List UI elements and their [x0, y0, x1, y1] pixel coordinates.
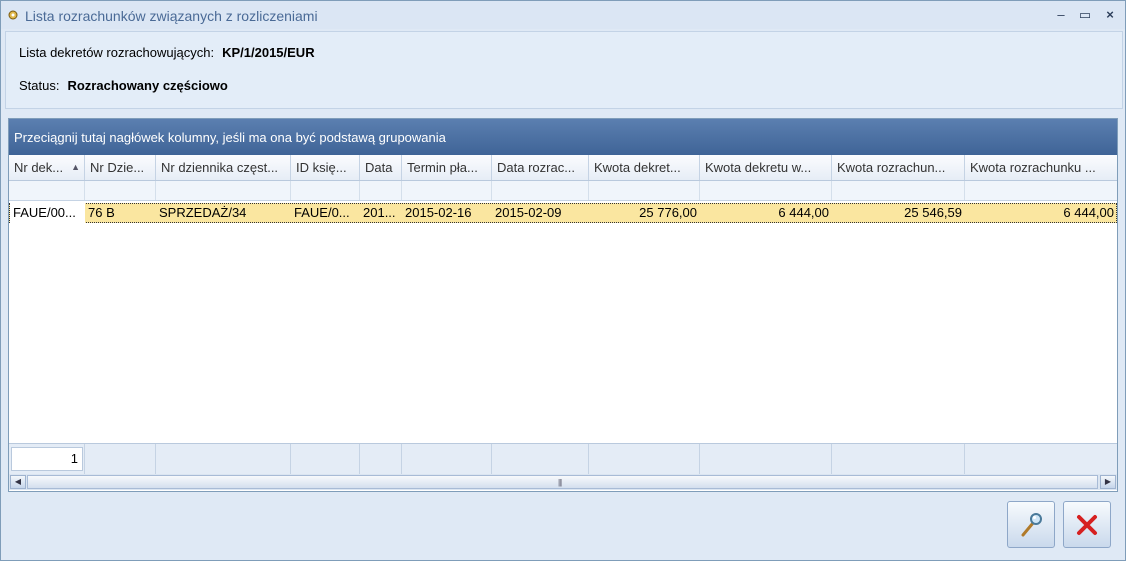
footer-cell — [156, 444, 291, 474]
magnifier-icon — [1021, 513, 1042, 537]
filter-cell[interactable] — [85, 181, 156, 200]
group-by-panel[interactable]: Przeciągnij tutaj nagłówek kolumny, jeśl… — [9, 119, 1117, 155]
filter-cell[interactable] — [965, 181, 1117, 200]
horizontal-scrollbar[interactable]: ◀ ||| ▶ — [9, 474, 1117, 490]
filter-cell[interactable] — [291, 181, 360, 200]
preview-button[interactable] — [1007, 501, 1055, 548]
filter-cell[interactable] — [832, 181, 965, 200]
footer-cell — [700, 444, 832, 474]
scroll-left-icon[interactable]: ◀ — [10, 475, 26, 489]
cell-decree-amount: 25 776,00 — [639, 205, 697, 220]
cell-decree-no: FAUE/00... — [10, 203, 85, 223]
minimize-button[interactable]: – — [1051, 6, 1071, 24]
footer-cell — [965, 444, 1117, 474]
footer-cell — [492, 444, 589, 474]
footer-cell — [85, 444, 156, 474]
footer-cell — [589, 444, 700, 474]
filter-cell[interactable] — [156, 181, 291, 200]
cell-due-date: 2015-02-16 — [405, 205, 472, 220]
filter-cell[interactable] — [9, 181, 85, 200]
dialog-window: Lista rozrachunków związanych z rozlicze… — [0, 0, 1126, 561]
column-header[interactable]: Nr dek... ▲ — [9, 155, 85, 180]
filter-cell[interactable] — [402, 181, 492, 200]
column-header[interactable]: Nr Dzie... — [85, 155, 156, 180]
column-header-row: Nr dek... ▲ Nr Dzie... Nr dziennika częst… — [9, 155, 1117, 181]
filter-cell[interactable] — [492, 181, 589, 200]
summary-footer-row: 1 — [9, 443, 1117, 474]
settlements-grid: Przeciągnij tutaj nagłówek kolumny, jeśl… — [8, 118, 1118, 492]
grip-icon: ||| — [558, 478, 562, 487]
cell-settlement-date: 2015-02-09 — [495, 205, 562, 220]
title-bar: Lista rozrachunków związanych z rozlicze… — [1, 1, 1125, 29]
cell-book-id: FAUE/0... — [294, 205, 350, 220]
cell-settlement-amount-currency: 6 444,00 — [1063, 205, 1114, 220]
column-header[interactable]: Kwota dekret... — [589, 155, 700, 180]
filter-cell[interactable] — [360, 181, 402, 200]
cell-partial-journal-no: SPRZEDAŻ/34 — [159, 205, 247, 220]
filter-cell[interactable] — [700, 181, 832, 200]
decree-value: KP/1/2015/EUR — [222, 45, 315, 60]
maximize-button[interactable]: ▭ — [1075, 6, 1095, 24]
filter-row — [9, 181, 1117, 201]
column-header[interactable]: Kwota rozrachun... — [832, 155, 965, 180]
table-row[interactable]: FAUE/00... 76 B SPRZEDAŻ/34 FAUE/0... 20… — [9, 203, 1117, 223]
footer-cell — [360, 444, 402, 474]
scroll-thumb[interactable]: ||| — [27, 475, 1098, 489]
row-count: 1 — [11, 447, 83, 471]
scroll-right-icon[interactable]: ▶ — [1100, 475, 1116, 489]
info-panel: Lista dekretów rozrachowujących: KP/1/201… — [5, 31, 1123, 109]
status-row: Status: Rozrachowany częściowo — [19, 78, 228, 93]
column-header[interactable]: ID księ... — [291, 155, 360, 180]
cell-decree-amount-currency: 6 444,00 — [778, 205, 829, 220]
cell-journal-no: 76 B — [88, 205, 115, 220]
close-button[interactable]: × — [1100, 6, 1120, 24]
red-x-icon — [1077, 515, 1097, 535]
decree-label: Lista dekretów rozrachowujących: — [19, 45, 215, 60]
column-header[interactable]: Kwota rozrachunku ... — [965, 155, 1117, 180]
group-by-hint: Przeciągnij tutaj nagłówek kolumny, jeśl… — [14, 130, 446, 145]
column-header[interactable]: Nr dziennika częst... — [156, 155, 291, 180]
cancel-button[interactable] — [1063, 501, 1111, 548]
decree-row: Lista dekretów rozrachowujących: KP/1/201… — [19, 45, 315, 60]
status-value: Rozrachowany częściowo — [67, 78, 228, 93]
cell-settlement-amount: 25 546,59 — [904, 205, 962, 220]
sort-ascending-icon: ▲ — [71, 162, 80, 172]
footer-cell — [832, 444, 965, 474]
column-header[interactable]: Termin pła... — [402, 155, 492, 180]
column-header[interactable]: Kwota dekretu w... — [700, 155, 832, 180]
footer-cell — [402, 444, 492, 474]
status-label: Status: — [19, 78, 60, 93]
cell-date: 201... — [363, 205, 396, 220]
footer-cell — [291, 444, 360, 474]
footer-cell: 1 — [9, 444, 85, 474]
app-icon — [8, 10, 18, 20]
column-header[interactable]: Data — [360, 155, 402, 180]
column-header[interactable]: Data rozrac... — [492, 155, 589, 180]
filter-cell[interactable] — [589, 181, 700, 200]
window-title: Lista rozrachunków związanych z rozlicze… — [25, 8, 318, 24]
